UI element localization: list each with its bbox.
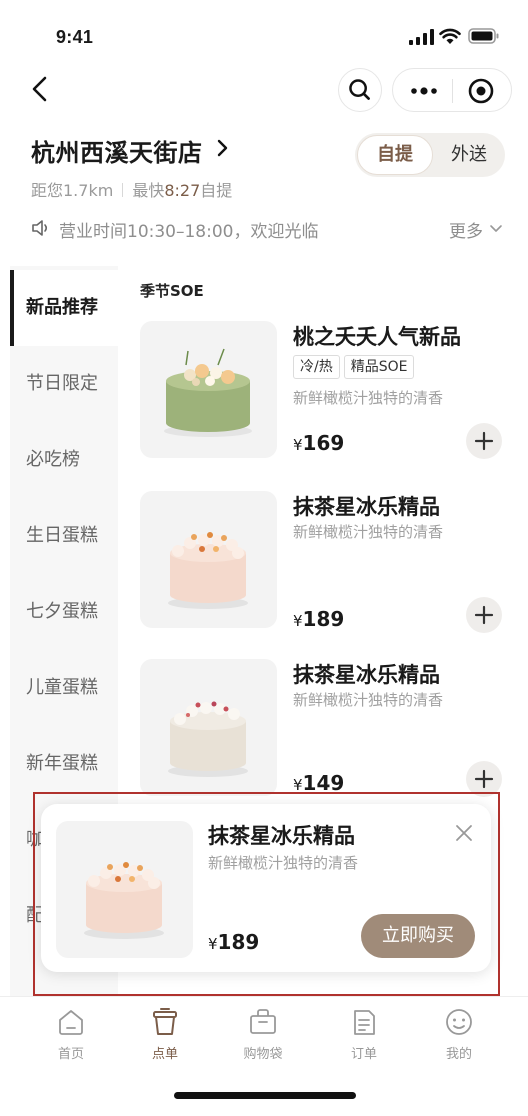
- tab-label: 购物袋: [243, 1047, 283, 1062]
- signal-icon: [409, 29, 434, 45]
- home-indicator: [174, 1092, 356, 1099]
- notice-more[interactable]: 更多: [449, 217, 483, 242]
- cream-cake-image: [168, 701, 248, 777]
- plus-icon: [474, 431, 494, 451]
- add-to-cart-button[interactable]: [466, 423, 502, 459]
- price-value: 189: [217, 930, 260, 954]
- product-name: 抹茶星冰乐精品: [293, 663, 440, 687]
- product-card[interactable]: 抹茶星冰乐精品 新鲜橄榄汁独特的清香 ¥189: [140, 491, 508, 633]
- wifi-icon: [439, 28, 461, 44]
- price-currency: ¥: [293, 436, 303, 454]
- product-price: ¥189: [293, 607, 344, 631]
- price-value: 169: [302, 431, 345, 455]
- popup-product-price: ¥189: [208, 930, 259, 954]
- sidebar-item-must-eat[interactable]: 必吃榜: [10, 422, 118, 498]
- order-icon: [354, 1010, 375, 1035]
- search-icon: [349, 79, 370, 100]
- speaker-icon: [32, 220, 48, 236]
- tab-bag[interactable]: 购物袋: [223, 1007, 303, 1065]
- price-currency: ¥: [293, 612, 303, 630]
- store-meta: 距您1.7km 最快8:27自提: [31, 177, 232, 201]
- product-desc: 新鲜橄榄汁独特的清香: [293, 389, 444, 407]
- product-name: 桃之夭夭人气新品: [293, 325, 461, 349]
- price-value: 189: [302, 607, 345, 631]
- add-to-cart-button[interactable]: [466, 597, 502, 633]
- bag-icon: [250, 1009, 276, 1034]
- product-desc: 新鲜橄榄汁独特的清香: [293, 523, 444, 541]
- product-price: ¥169: [293, 431, 344, 455]
- profile-icon: [446, 1009, 472, 1035]
- sidebar-item-qixi[interactable]: 七夕蛋糕: [10, 574, 118, 650]
- product-image: [140, 321, 277, 458]
- notice-text: 营业时间10:30–18:00，欢迎光临: [59, 222, 319, 242]
- tab-label: 我的: [445, 1047, 472, 1062]
- price-currency: ¥: [208, 935, 218, 953]
- eta-time: 8:27: [164, 181, 201, 200]
- product-card[interactable]: 桃之夭夭人气新品 冷/热 精品SOE 新鲜橄榄汁独特的清香 ¥169: [140, 321, 508, 461]
- plus-icon: [474, 605, 494, 625]
- product-card[interactable]: 抹茶星冰乐精品 新鲜橄榄汁独特的清香 ¥149: [140, 659, 508, 799]
- battery-icon: [468, 28, 499, 44]
- close-icon[interactable]: [453, 822, 475, 844]
- chevron-down-icon: [490, 225, 502, 232]
- eta-prefix: 最快: [132, 181, 165, 200]
- product-tag: 精品SOE: [343, 355, 415, 379]
- chevron-right-icon[interactable]: [214, 138, 230, 158]
- tab-label: 订单: [350, 1047, 377, 1062]
- status-bar: 9:41: [0, 0, 528, 56]
- popup-product-desc: 新鲜橄榄汁独特的清香: [208, 854, 359, 872]
- matcha-cake-image: [164, 348, 252, 437]
- status-time: 9:41: [56, 27, 94, 47]
- tab-orders[interactable]: 订单: [324, 1007, 404, 1065]
- popup-product-image: [56, 821, 193, 958]
- back-icon[interactable]: [26, 72, 56, 106]
- capsule-divider: [452, 79, 453, 103]
- store-notice[interactable]: 营业时间10:30–18:00，欢迎光临 更多: [31, 216, 505, 242]
- sidebar-item-kids[interactable]: 儿童蛋糕: [10, 650, 118, 726]
- pink-cake-image: [84, 862, 164, 939]
- sidebar-item-holiday[interactable]: 节日限定: [10, 346, 118, 422]
- product-desc: 新鲜橄榄汁独特的清香: [293, 691, 444, 709]
- tab-pickup[interactable]: 自提: [357, 135, 433, 175]
- home-icon: [59, 1010, 83, 1035]
- product-tag: 冷/热: [293, 355, 340, 379]
- store-distance: 距您1.7km: [31, 181, 114, 200]
- buy-now-button[interactable]: 立即购买: [361, 914, 475, 958]
- close-miniprogram-icon[interactable]: [467, 77, 495, 105]
- recommend-popup[interactable]: 抹茶星冰乐精品 新鲜橄榄汁独特的清香 ¥189 立即购买: [41, 804, 491, 972]
- sidebar-item-birthday[interactable]: 生日蛋糕: [10, 498, 118, 574]
- product-image: [140, 491, 277, 628]
- store-name[interactable]: 杭州西溪天街店: [31, 133, 203, 168]
- sidebar-item-new-year[interactable]: 新年蛋糕: [10, 726, 118, 802]
- tab-profile[interactable]: 我的: [419, 1007, 499, 1065]
- tab-home[interactable]: 首页: [31, 1007, 111, 1065]
- cup-icon: [153, 1008, 177, 1035]
- product-tags: 冷/热 精品SOE: [293, 355, 418, 379]
- sidebar-item-new[interactable]: 新品推荐: [10, 270, 118, 346]
- pink-cake-image: [168, 532, 248, 609]
- product-name: 抹茶星冰乐精品: [293, 495, 440, 519]
- tab-order-menu[interactable]: 点单: [125, 1007, 205, 1065]
- eta-suffix: 自提: [200, 181, 233, 200]
- more-icon[interactable]: [409, 83, 439, 99]
- search-button[interactable]: [338, 68, 382, 112]
- popup-product-name: 抹茶星冰乐精品: [208, 824, 355, 848]
- product-image: [140, 659, 277, 796]
- tab-label: 首页: [57, 1047, 84, 1062]
- tab-delivery[interactable]: 外送: [435, 135, 503, 175]
- mini-program-capsule: [392, 68, 512, 112]
- section-title: 季节SOE: [140, 282, 204, 300]
- order-mode-toggle: 自提 外送: [355, 133, 505, 177]
- tab-label: 点单: [151, 1047, 178, 1062]
- meta-divider: [122, 183, 124, 197]
